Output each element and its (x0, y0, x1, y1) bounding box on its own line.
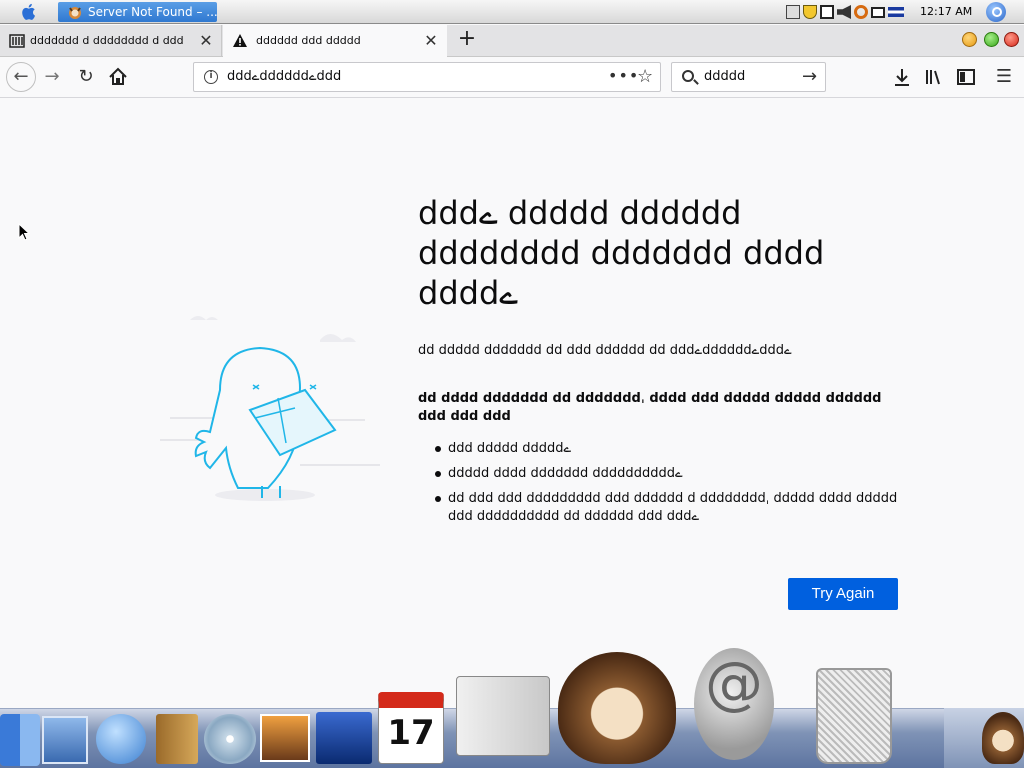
search-go-icon[interactable]: → (802, 63, 817, 91)
raccoon-small-icon[interactable] (982, 712, 1024, 764)
back-button[interactable]: ← (6, 62, 36, 92)
system-preferences-icon[interactable] (456, 676, 550, 756)
list-item: ddddd dddd ddddddd ddddddddddے (430, 465, 900, 483)
close-window-button[interactable] (1004, 32, 1019, 47)
spotlight-search-icon[interactable] (986, 2, 1006, 22)
tab-bar: ddddddd d dddddddd d ddd ✕ dddddd ddd dd… (0, 25, 1024, 57)
error-title: dddے ddddd dddddd dddddddd ddddddd dddd … (418, 194, 825, 312)
taskbar-window-title: Server Not Found – ... (88, 5, 217, 19)
itunes-icon[interactable] (204, 714, 256, 764)
info-icon[interactable]: i (204, 70, 218, 84)
tab-first-label: ddddddd d dddddddd d ddd (30, 34, 184, 47)
tab-active-close-icon[interactable]: ✕ (423, 33, 439, 49)
tab-active[interactable]: dddddd ddd ddddd ✕ (223, 25, 447, 57)
firefox-raccoon-icon (69, 7, 81, 19)
maximize-button[interactable] (984, 32, 999, 47)
tab-active-label: dddddd ddd ddddd (256, 34, 361, 47)
finder-icon[interactable] (0, 714, 40, 766)
ichat-icon[interactable] (96, 714, 146, 764)
mail-at-icon[interactable]: @ (694, 648, 774, 760)
mail-stamp-icon[interactable] (42, 716, 88, 764)
apple-menu-icon[interactable] (18, 2, 40, 22)
menu-hamburger-icon[interactable]: ☰ (990, 63, 1018, 91)
error-description: dd ddddd ddddddd dd ddd dddddd dd dddےdd… (418, 343, 792, 358)
minimize-button[interactable] (962, 32, 977, 47)
address-book-icon[interactable] (156, 714, 198, 764)
navigation-toolbar: ← → ↻ i dddےddddddےddd ••• ☆ ddddd → ☰ (0, 57, 1024, 98)
battery-icon[interactable] (820, 5, 834, 19)
reload-button[interactable]: ↻ (72, 63, 100, 91)
url-bar[interactable]: i dddےddddddےddd ••• ☆ (193, 62, 661, 92)
imovie-icon[interactable] (316, 712, 372, 764)
raccoon-app-icon[interactable] (558, 652, 676, 764)
search-input[interactable]: ddddd (704, 63, 745, 91)
search-magnifier-icon[interactable] (854, 5, 868, 19)
taskbar-window-button[interactable]: Server Not Found – ... (58, 2, 217, 22)
menu-bar: Server Not Found – ... 12:17 AM (0, 0, 1024, 24)
list-item: ddd ddddd dddddے (430, 440, 900, 458)
error-hint: dd dddd ddddddd dd dddddddˌ dddd ddd ddd… (418, 391, 882, 424)
display-icon[interactable] (871, 6, 885, 18)
tab-first[interactable]: ddddddd d dddddddd d ddd ✕ (0, 25, 222, 57)
tab-first-close-icon[interactable]: ✕ (198, 33, 214, 49)
shield-icon[interactable] (803, 5, 817, 19)
dinosaur-map-illustration (160, 316, 380, 501)
bookmark-star-icon[interactable]: ☆ (637, 65, 653, 89)
menubar-clock: 12:17 AM (920, 5, 973, 18)
library-icon (9, 34, 25, 48)
keyboard-icon[interactable] (786, 5, 800, 19)
url-text[interactable]: dddےddddddےddd (227, 63, 341, 91)
download-icon[interactable] (888, 63, 916, 91)
new-tab-button[interactable]: + (456, 28, 478, 51)
forward-button[interactable]: → (38, 63, 66, 91)
search-icon (682, 70, 694, 82)
iphoto-icon[interactable] (260, 714, 310, 762)
trash-icon[interactable] (816, 668, 892, 764)
library-toolbar-icon[interactable] (920, 63, 948, 91)
page-actions-icon[interactable]: ••• (608, 63, 639, 89)
home-button[interactable] (104, 63, 132, 91)
sidebar-icon[interactable] (952, 63, 980, 91)
warning-icon (233, 34, 247, 47)
search-bar[interactable]: ddddd → (671, 62, 826, 92)
try-again-button[interactable]: Try Again (788, 578, 898, 610)
list-item: dd ddd ddd ddddddddd ddd dddddd d dddddd… (430, 490, 900, 526)
mouse-cursor-icon (18, 223, 30, 241)
suggestion-list: ddd ddddd dddddے ddddd dddd ddddddd dddd… (430, 440, 900, 533)
system-tray (786, 3, 904, 21)
network-flag-icon[interactable] (888, 7, 904, 17)
volume-icon[interactable] (837, 5, 851, 19)
ical-icon[interactable]: 17 (378, 692, 444, 764)
